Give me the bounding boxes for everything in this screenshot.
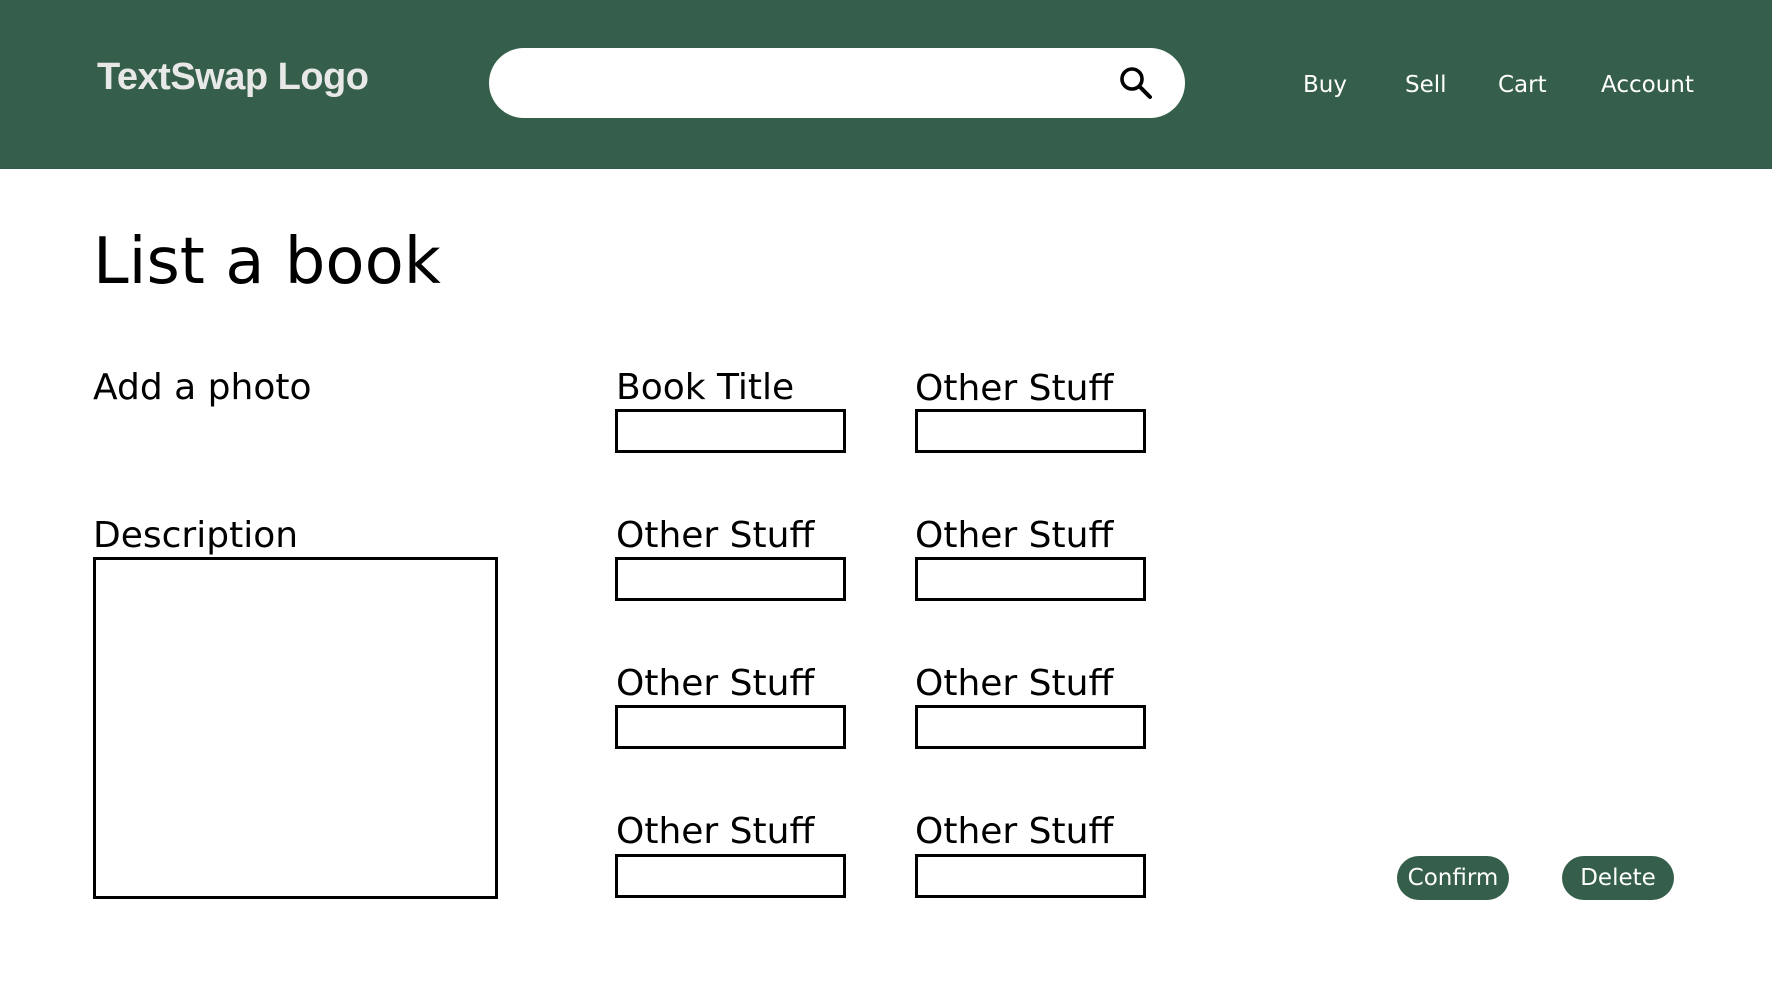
- field-input[interactable]: [915, 409, 1146, 453]
- top-header: TextSwap Logo Buy Sell Cart Account: [0, 0, 1772, 169]
- nav-cart[interactable]: Cart: [1498, 70, 1547, 100]
- book-title-label: Book Title: [616, 367, 795, 408]
- search-icon[interactable]: [1118, 65, 1154, 101]
- delete-button[interactable]: Delete: [1562, 856, 1674, 900]
- field-label: Other Stuff: [616, 811, 815, 852]
- field-input[interactable]: [915, 557, 1146, 601]
- field-label: Other Stuff: [616, 515, 815, 556]
- field-input[interactable]: [615, 557, 846, 601]
- field-input[interactable]: [615, 854, 846, 898]
- photo-upload-area[interactable]: [93, 360, 497, 480]
- book-title-input[interactable]: [615, 409, 846, 453]
- page-title: List a book: [93, 225, 441, 299]
- search-input[interactable]: [515, 61, 1095, 105]
- search-bar[interactable]: [489, 48, 1185, 118]
- confirm-button[interactable]: Confirm: [1397, 856, 1509, 900]
- field-input[interactable]: [915, 854, 1146, 898]
- field-input[interactable]: [915, 705, 1146, 749]
- field-label: Other Stuff: [915, 368, 1114, 409]
- field-label: Other Stuff: [915, 515, 1114, 556]
- logo[interactable]: TextSwap Logo: [97, 56, 369, 99]
- nav-account[interactable]: Account: [1601, 70, 1694, 100]
- field-input[interactable]: [615, 705, 846, 749]
- field-label: Other Stuff: [616, 663, 815, 704]
- field-label: Other Stuff: [915, 811, 1114, 852]
- description-textarea[interactable]: [93, 557, 498, 899]
- description-label: Description: [93, 515, 299, 556]
- nav-buy[interactable]: Buy: [1303, 70, 1347, 100]
- nav-sell[interactable]: Sell: [1405, 70, 1447, 100]
- field-label: Other Stuff: [915, 663, 1114, 704]
